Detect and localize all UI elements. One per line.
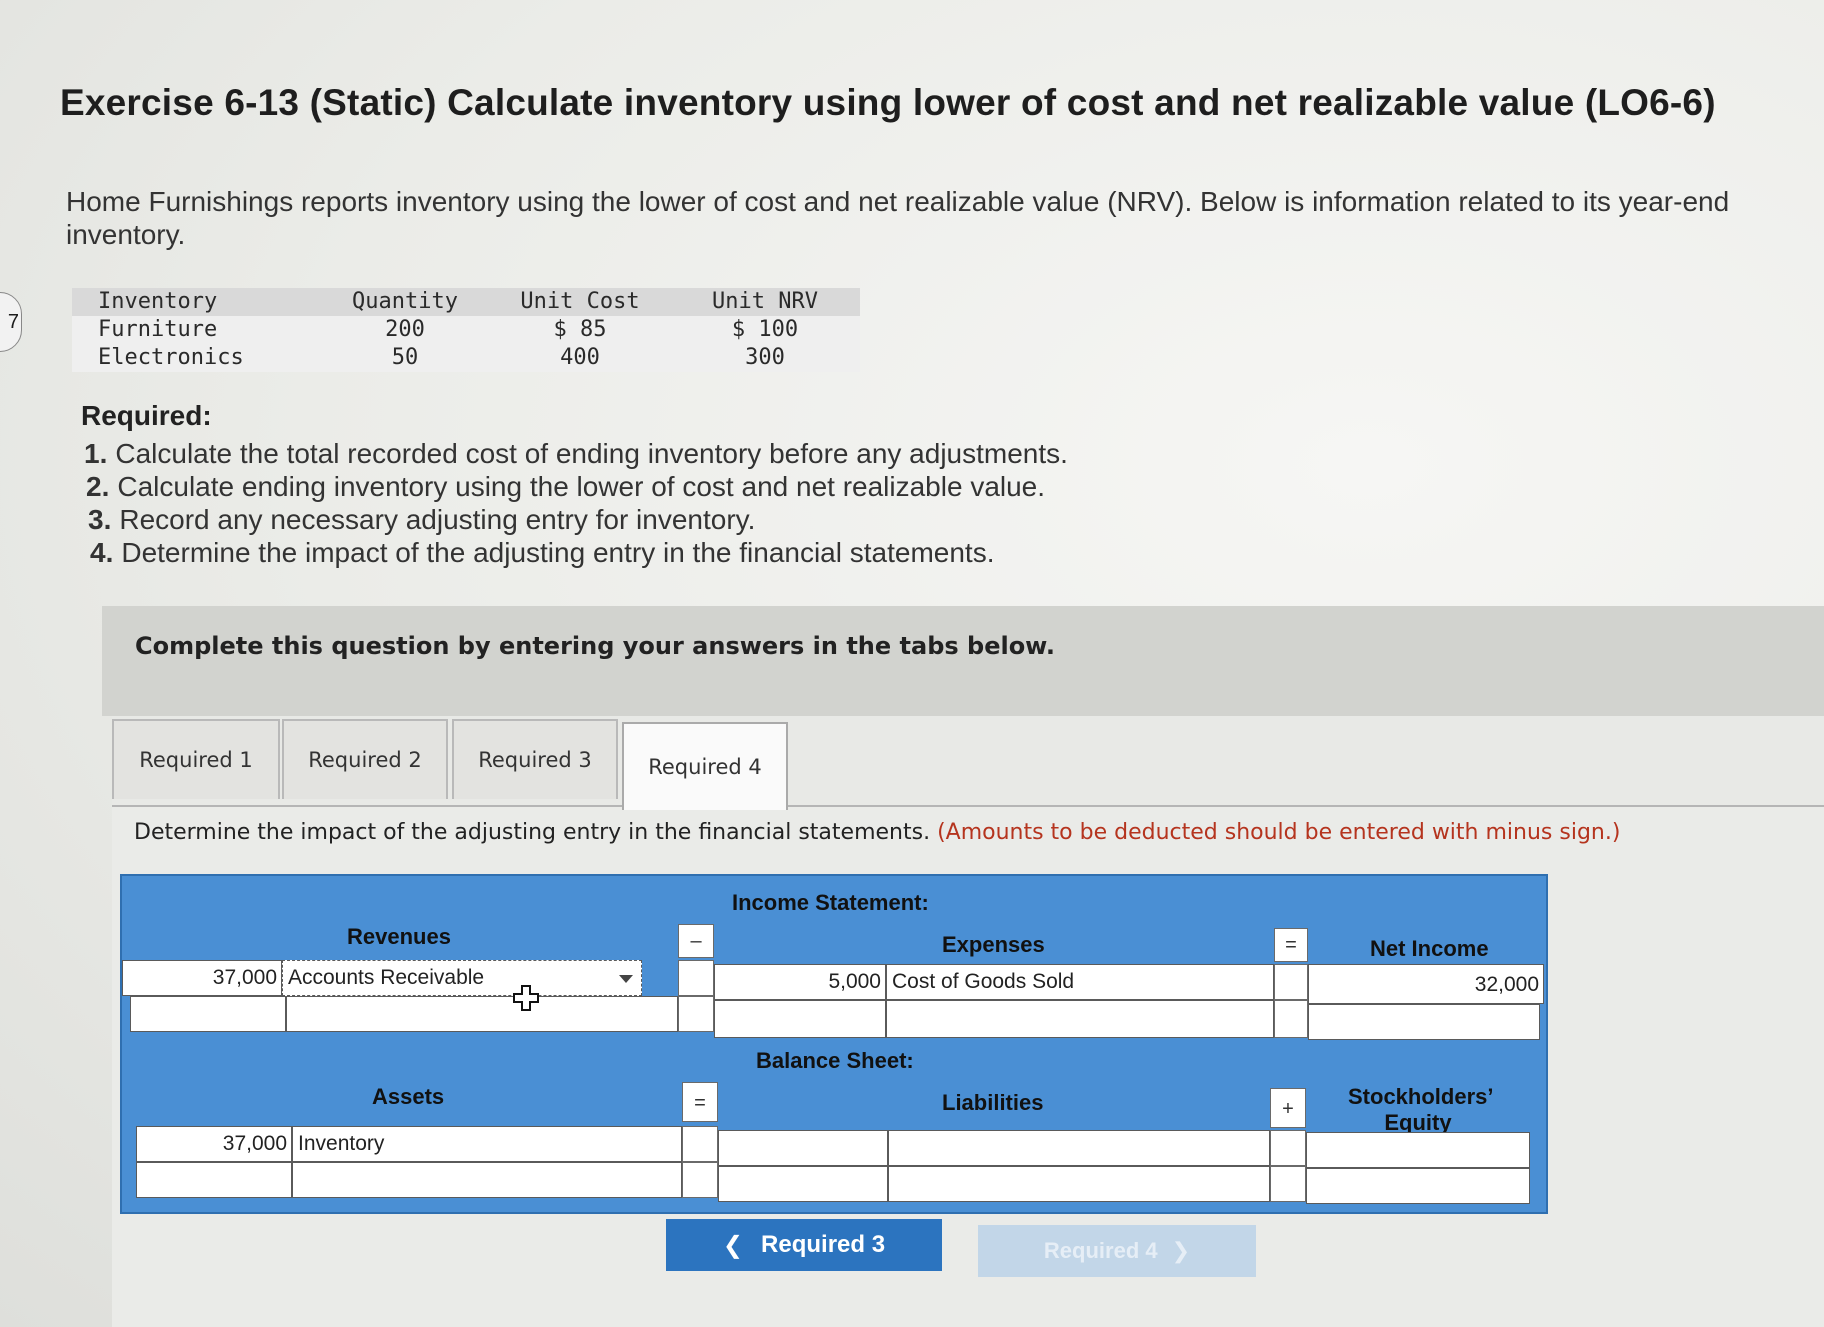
cell-unit-nrv: 300 [745,345,785,370]
revenues-header: Revenues [347,924,451,949]
previous-button-label: Required 3 [761,1231,886,1258]
liability-account-select-2[interactable] [888,1166,1270,1202]
header-quantity: Quantity [352,289,458,314]
page-title: Exercise 6-13 (Static) Calculate invento… [60,82,1716,123]
liabilities-header: Liabilities [942,1090,1044,1115]
tab-required-3[interactable]: Required 3 [452,719,618,799]
list-item-text: Record any necessary adjusting entry for… [119,504,756,535]
financial-statement-grid: Income Statement: Revenues Expenses Net … [120,874,1548,1214]
inventory-table: Inventory Quantity Unit Cost Unit NRV Fu… [72,288,860,372]
list-item: 1. Calculate the total recorded cost of e… [84,437,1068,470]
list-item: 2. Calculate ending inventory using the l… [84,470,1068,503]
minus-operator: – [678,924,714,958]
cell-quantity: 50 [391,345,419,370]
list-item-text: Calculate the total recorded cost of end… [115,438,1068,469]
side-marker: 7 [0,292,22,352]
header-unit-nrv: Unit NRV [712,289,818,314]
net-income-input[interactable]: 32,000 [1308,964,1544,1004]
chevron-left-icon: ❮ [722,1231,744,1259]
operator-spacer [1270,1166,1306,1202]
balance-sheet-label: Balance Sheet: [756,1048,914,1073]
revenue-account-select[interactable]: Accounts Receivable [282,960,642,996]
liability-account-select[interactable] [888,1130,1270,1166]
revenue-account-value: Accounts Receivable [288,966,485,989]
tab-required-1[interactable]: Required 1 [112,719,280,799]
expense-account-select[interactable]: Cost of Goods Sold [886,964,1274,1000]
liability-amount-input[interactable] [718,1130,888,1166]
revenue-amount-input-2[interactable] [130,996,286,1032]
list-item-number: 1. [84,438,108,469]
list-item-number: 2. [86,471,110,502]
prompt-text: Complete this question by entering your … [135,632,1055,660]
asset-amount-input-2[interactable] [136,1162,292,1198]
cell-item: Furniture [98,317,218,342]
header-inventory: Inventory [98,289,218,314]
tab-required-2[interactable]: Required 2 [282,719,448,799]
instructions-note: (Amounts to be deducted should be entere… [937,820,1621,845]
plus-operator: + [1270,1088,1306,1128]
net-income-header: Net Income [1370,936,1489,961]
required-list: 1. Calculate the total recorded cost of e… [84,437,1068,569]
asset-amount-input[interactable]: 37,000 [136,1126,292,1162]
list-item-number: 4. [90,537,114,568]
revenue-amount-input[interactable]: 37,000 [122,960,282,996]
equity-header: Stockholders’ Equity [1348,1084,1493,1136]
chevron-down-icon[interactable] [619,975,633,983]
net-income-input-2[interactable] [1308,1004,1540,1040]
equity-amount-input-2[interactable] [1306,1168,1530,1204]
list-item-text: Calculate ending inventory using the low… [117,471,1046,502]
cell-item: Electronics [98,345,244,370]
revenue-account-select-2[interactable] [286,996,678,1032]
cell-unit-cost: 400 [560,345,600,370]
intro-text: Home Furnishings reports inventory using… [66,186,1730,250]
previous-required-button[interactable]: ❮ Required 3 [666,1219,942,1271]
header-unit-cost: Unit Cost [520,289,640,314]
next-required-button[interactable]: Required 4 ❯ [978,1225,1256,1277]
cell-unit-cost: $ 85 [553,317,607,342]
equals-operator: = [1274,928,1308,962]
asset-account-select-2[interactable] [292,1162,682,1198]
expense-amount-input-2[interactable] [714,1000,886,1038]
move-cursor-icon [513,985,539,1011]
chevron-right-icon: ❯ [1171,1238,1191,1263]
list-item-text: Determine the impact of the adjusting en… [121,537,995,568]
equals-operator: = [682,1082,718,1122]
table-row: Furniture 200 $ 85 $ 100 [72,316,860,344]
operator-spacer [682,1162,718,1198]
operator-spacer [1274,1000,1308,1038]
tab-required-4[interactable]: Required 4 [622,722,788,810]
operator-spacer [1270,1130,1306,1166]
list-item: 4. Determine the impact of the adjusting … [84,536,1068,569]
equity-amount-input[interactable] [1306,1132,1530,1168]
operator-spacer [1274,964,1308,1000]
list-item-number: 3. [88,504,112,535]
prompt-box [102,606,1824,716]
expense-amount-input[interactable]: 5,000 [714,964,886,1000]
operator-spacer [678,960,714,996]
expenses-header: Expenses [942,932,1045,957]
instructions: Determine the impact of the adjusting en… [134,820,1620,845]
assets-header: Assets [372,1084,445,1109]
instructions-main: Determine the impact of the adjusting en… [134,820,931,845]
inventory-table-header: Inventory Quantity Unit Cost Unit NRV [72,288,860,316]
table-row: Electronics 50 400 300 [72,344,860,372]
cell-quantity: 200 [385,317,425,342]
equity-header-line1: Stockholders’ [1348,1084,1494,1109]
expense-account-select-2[interactable] [886,1000,1274,1038]
required-heading: Required: [81,400,212,431]
asset-account-select[interactable]: Inventory [292,1126,682,1162]
liability-amount-input-2[interactable] [718,1166,888,1202]
cell-unit-nrv: $ 100 [731,317,799,342]
operator-spacer [678,996,714,1032]
list-item: 3. Record any necessary adjusting entry f… [84,503,1068,536]
next-button-label: Required 4 [1043,1238,1158,1263]
operator-spacer [682,1126,718,1162]
income-statement-label: Income Statement: [732,890,929,915]
